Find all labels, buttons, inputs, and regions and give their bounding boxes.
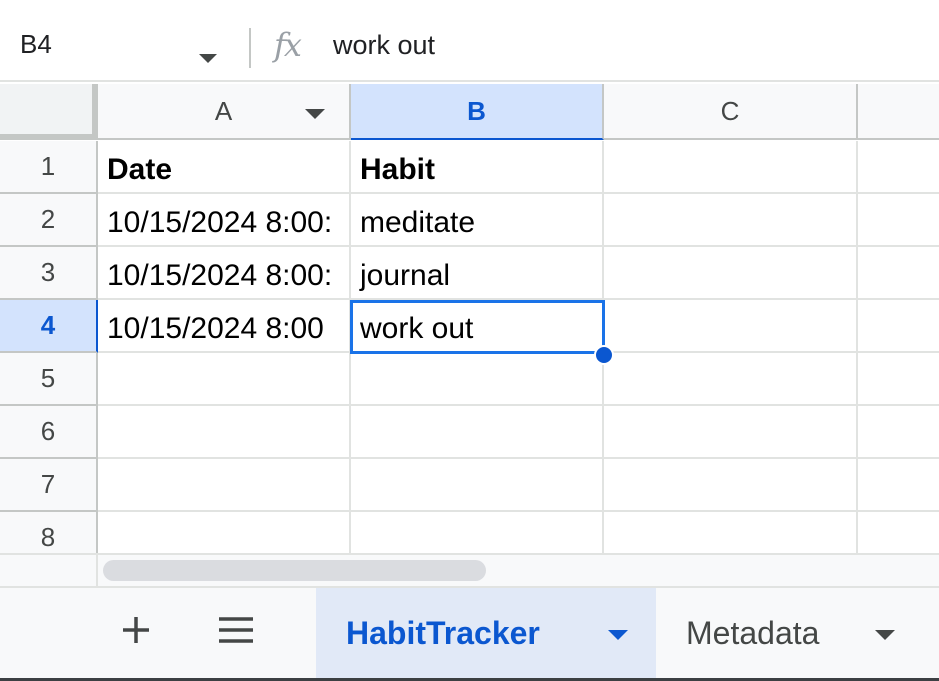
chevron-down-icon[interactable] — [305, 109, 325, 119]
cell-d2[interactable] — [858, 194, 939, 247]
cell-d7[interactable] — [858, 459, 939, 512]
row-header-label: 8 — [40, 522, 56, 552]
name-box[interactable]: B4 — [0, 14, 235, 70]
row-header-label: 5 — [40, 363, 56, 393]
fill-handle[interactable] — [594, 345, 614, 365]
sheet-tab-label: Metadata — [686, 614, 820, 651]
cell-a7[interactable] — [98, 459, 351, 512]
cell-c4[interactable] — [604, 300, 858, 353]
menu-icon[interactable] — [212, 608, 260, 652]
scroll-corner — [0, 555, 98, 586]
chevron-down-icon[interactable] — [199, 54, 217, 63]
column-header-b[interactable]: B — [351, 84, 604, 140]
row-header-label: 4 — [40, 310, 56, 340]
cell-a1[interactable]: Date — [98, 141, 351, 194]
sheet-tab-habittracker[interactable]: HabitTracker — [316, 588, 656, 678]
plus-icon[interactable] — [114, 608, 158, 652]
row-header-1[interactable]: 1 — [0, 141, 98, 194]
column-header-a[interactable]: A — [98, 84, 351, 140]
cell-c2[interactable] — [604, 194, 858, 247]
cell-c5[interactable] — [604, 353, 858, 406]
cell-d5[interactable] — [858, 353, 939, 406]
row-header-label: 3 — [40, 257, 56, 287]
cell-d6[interactable] — [858, 406, 939, 459]
formula-bar: B4 fx work out — [0, 0, 939, 82]
cell-b6[interactable] — [351, 406, 604, 459]
cell-c1[interactable] — [604, 141, 858, 194]
name-box-value: B4 — [20, 29, 52, 59]
cell-b5[interactable] — [351, 353, 604, 406]
row-header-5[interactable]: 5 — [0, 353, 98, 406]
cell-d1[interactable] — [858, 141, 939, 194]
cell-a3[interactable]: 10/15/2024 8:00: — [98, 247, 351, 300]
column-header-d[interactable] — [858, 84, 939, 140]
row-header-label: 6 — [40, 416, 56, 446]
formula-bar-divider — [249, 28, 251, 68]
horizontal-scrollbar-thumb[interactable] — [103, 560, 486, 581]
cell-d4[interactable] — [858, 300, 939, 353]
horizontal-scroll-area — [0, 553, 939, 586]
cell-b3[interactable]: journal — [351, 247, 604, 300]
row-header-4[interactable]: 4 — [0, 300, 98, 353]
column-header-label: B — [467, 95, 486, 126]
cell-a6[interactable] — [98, 406, 351, 459]
cell-c3[interactable] — [604, 247, 858, 300]
row-header-label: 2 — [40, 204, 56, 234]
row-header-6[interactable]: 6 — [0, 406, 98, 459]
sheet-tab-label: HabitTracker — [346, 614, 540, 651]
cell-b2[interactable]: meditate — [351, 194, 604, 247]
sheet-tab-bar: HabitTracker Metadata — [0, 586, 939, 681]
sheet-tab-metadata[interactable]: Metadata — [670, 588, 939, 678]
cell-c7[interactable] — [604, 459, 858, 512]
column-header-c[interactable]: C — [604, 84, 858, 140]
fx-icon: fx — [274, 26, 302, 64]
select-all-corner[interactable] — [0, 84, 98, 140]
row-header-label: 7 — [40, 469, 56, 499]
cell-d3[interactable] — [858, 247, 939, 300]
chevron-down-icon[interactable] — [608, 630, 628, 640]
formula-input[interactable]: work out — [333, 30, 435, 61]
cell-b1[interactable]: Habit — [351, 141, 604, 194]
row-header-3[interactable]: 3 — [0, 247, 98, 300]
cell-c6[interactable] — [604, 406, 858, 459]
row-header-label: 1 — [40, 151, 56, 181]
cell-a4[interactable]: 10/15/2024 8:00 — [98, 300, 351, 353]
cell-b7[interactable] — [351, 459, 604, 512]
row-header-2[interactable]: 2 — [0, 194, 98, 247]
column-header-label: A — [214, 95, 233, 126]
cell-a5[interactable] — [98, 353, 351, 406]
column-header-label: C — [720, 95, 740, 126]
chevron-down-icon[interactable] — [875, 630, 895, 640]
cell-b4[interactable]: work out — [351, 300, 604, 353]
row-header-7[interactable]: 7 — [0, 459, 98, 512]
cell-a2[interactable]: 10/15/2024 8:00: — [98, 194, 351, 247]
